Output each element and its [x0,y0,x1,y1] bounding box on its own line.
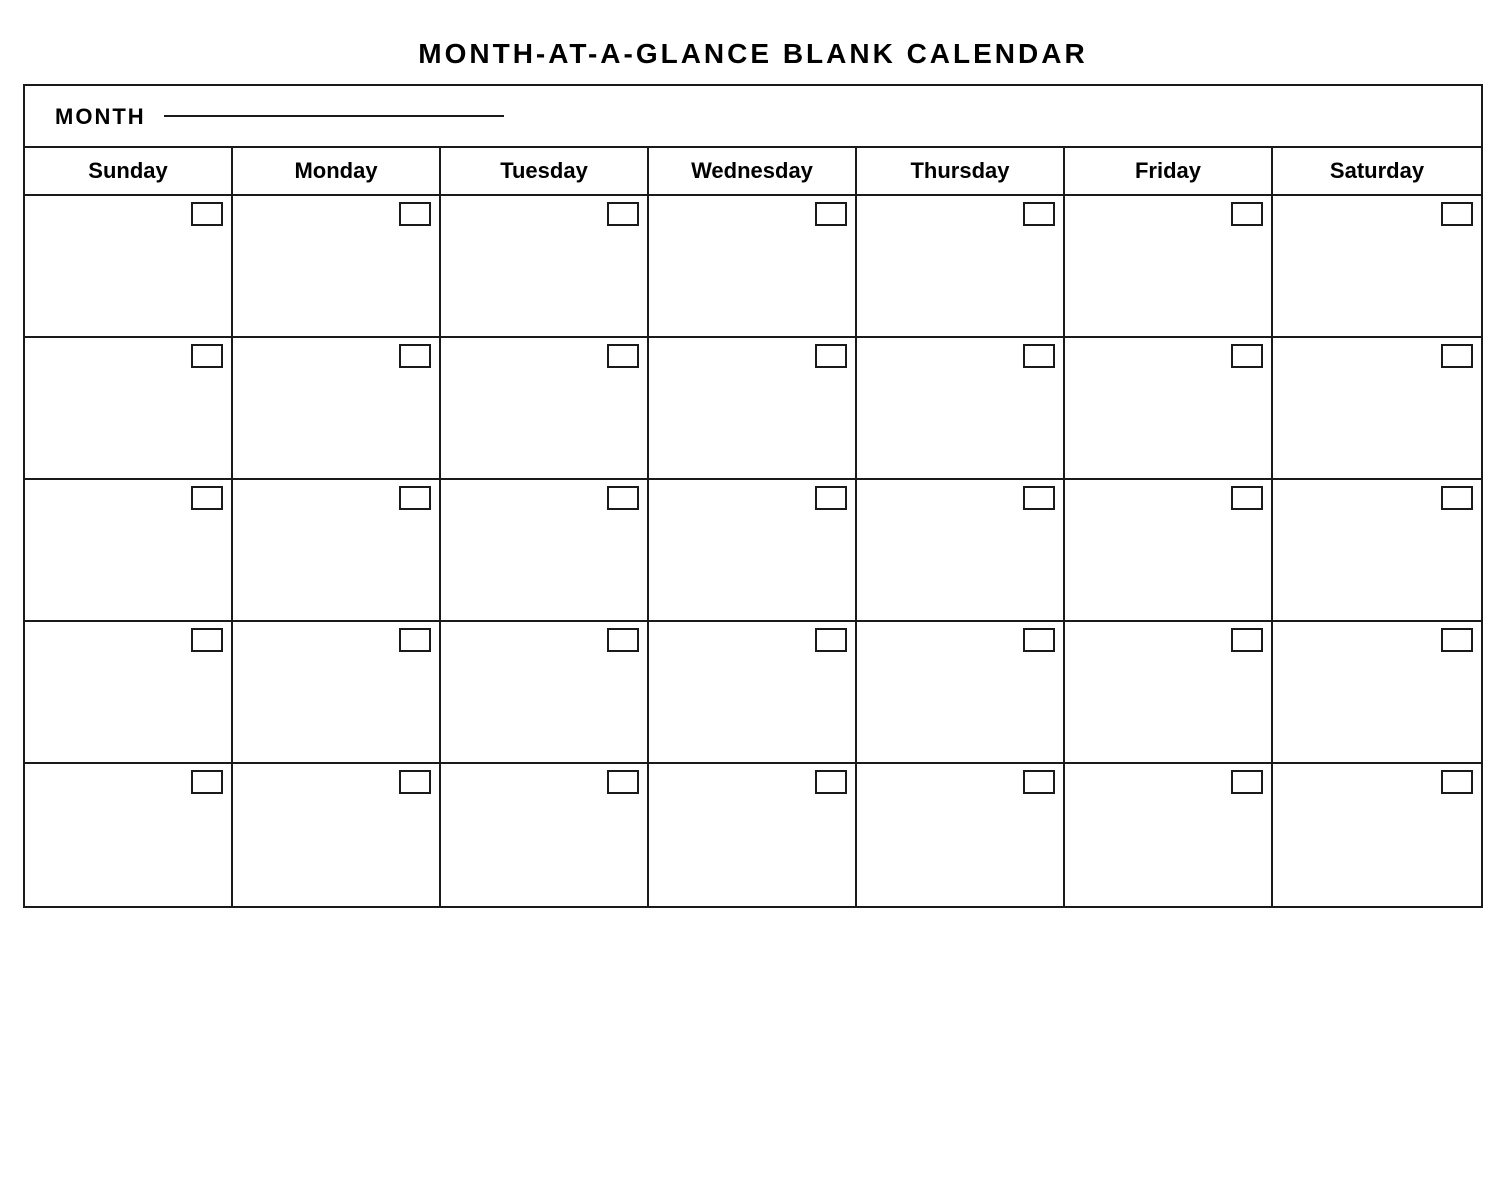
cell-w1-tue [441,196,649,336]
week-1 [25,196,1481,338]
cell-w1-fri [1065,196,1273,336]
cell-w1-wed [649,196,857,336]
date-box [191,628,223,652]
cell-w3-sat [1273,480,1481,620]
cell-w5-mon [233,764,441,906]
month-label: MONTH [55,104,146,130]
cell-w3-sun [25,480,233,620]
date-box [1441,202,1473,226]
day-header-tuesday: Tuesday [441,148,649,194]
date-box [191,770,223,794]
page-container: MONTH-AT-A-GLANCE BLANK CALENDAR MONTH S… [23,20,1483,908]
cell-w3-mon [233,480,441,620]
date-box [1441,344,1473,368]
cell-w5-fri [1065,764,1273,906]
cell-w3-fri [1065,480,1273,620]
date-box [1441,770,1473,794]
date-box [1023,770,1055,794]
month-line [164,115,504,117]
cell-w2-tue [441,338,649,478]
cell-w4-thu [857,622,1065,762]
cell-w1-sat [1273,196,1481,336]
week-5 [25,764,1481,906]
date-box [399,202,431,226]
cell-w5-wed [649,764,857,906]
date-box [1441,486,1473,510]
cell-w4-tue [441,622,649,762]
cell-w3-wed [649,480,857,620]
cell-w4-sun [25,622,233,762]
cell-w3-tue [441,480,649,620]
cell-w2-sat [1273,338,1481,478]
cell-w5-sun [25,764,233,906]
day-header-saturday: Saturday [1273,148,1481,194]
date-box [607,770,639,794]
cell-w1-sun [25,196,233,336]
date-box [191,486,223,510]
date-box [1441,628,1473,652]
date-box [1231,628,1263,652]
date-box [1023,202,1055,226]
date-box [1231,486,1263,510]
date-box [1231,344,1263,368]
date-box [1231,202,1263,226]
date-box [815,486,847,510]
date-box [399,628,431,652]
date-box [1231,770,1263,794]
page-title: MONTH-AT-A-GLANCE BLANK CALENDAR [23,20,1483,84]
date-box [607,486,639,510]
calendar-grid [25,196,1481,906]
days-header: Sunday Monday Tuesday Wednesday Thursday… [25,148,1481,196]
day-header-wednesday: Wednesday [649,148,857,194]
cell-w3-thu [857,480,1065,620]
date-box [607,628,639,652]
date-box [607,202,639,226]
date-box [1023,628,1055,652]
date-box [815,770,847,794]
week-3 [25,480,1481,622]
date-box [1023,486,1055,510]
cell-w4-sat [1273,622,1481,762]
date-box [191,202,223,226]
week-2 [25,338,1481,480]
date-box [815,344,847,368]
date-box [191,344,223,368]
cell-w1-thu [857,196,1065,336]
month-row: MONTH [25,86,1481,148]
cell-w5-tue [441,764,649,906]
cell-w4-wed [649,622,857,762]
cell-w2-fri [1065,338,1273,478]
date-box [399,344,431,368]
calendar: MONTH Sunday Monday Tuesday Wednesday Th… [23,84,1483,908]
date-box [815,202,847,226]
day-header-friday: Friday [1065,148,1273,194]
date-box [1023,344,1055,368]
cell-w2-sun [25,338,233,478]
cell-w2-wed [649,338,857,478]
week-4 [25,622,1481,764]
cell-w2-thu [857,338,1065,478]
date-box [815,628,847,652]
date-box [607,344,639,368]
date-box [399,770,431,794]
cell-w2-mon [233,338,441,478]
cell-w5-thu [857,764,1065,906]
cell-w4-mon [233,622,441,762]
cell-w4-fri [1065,622,1273,762]
cell-w5-sat [1273,764,1481,906]
day-header-thursday: Thursday [857,148,1065,194]
date-box [399,486,431,510]
day-header-sunday: Sunday [25,148,233,194]
cell-w1-mon [233,196,441,336]
day-header-monday: Monday [233,148,441,194]
